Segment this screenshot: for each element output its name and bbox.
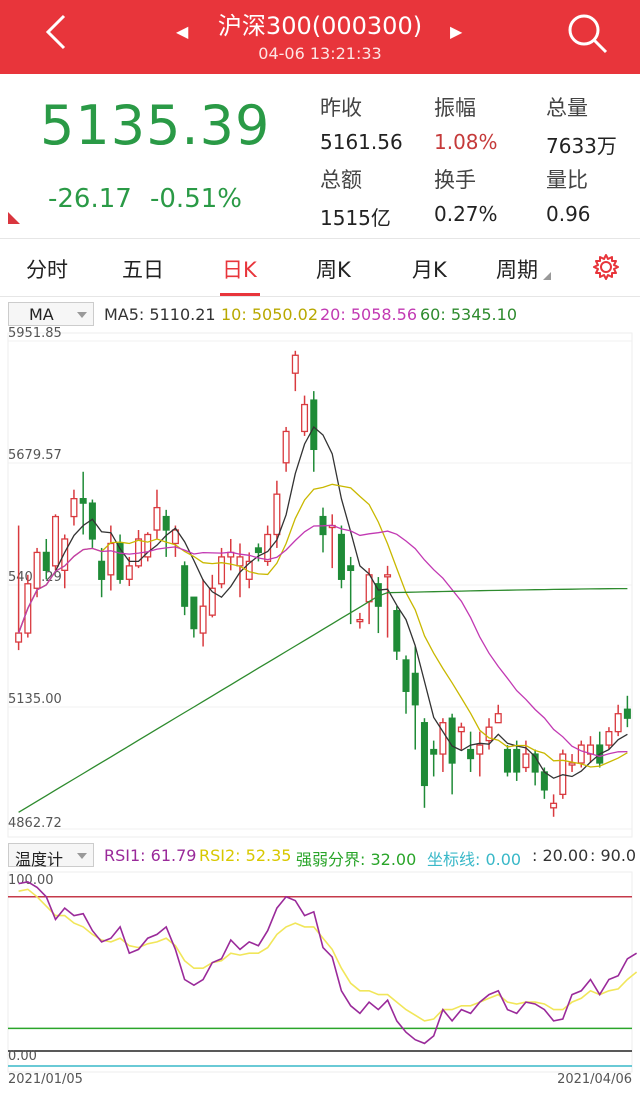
candle-down xyxy=(503,748,511,773)
candle-up xyxy=(282,430,290,464)
candle-down xyxy=(513,748,521,773)
candle-down xyxy=(623,708,631,719)
candle-down xyxy=(448,717,456,764)
candle-down xyxy=(79,498,87,504)
candle-up xyxy=(568,762,576,766)
kline-chart[interactable]: 5951.855679.575407.295135.004862.72100.0… xyxy=(0,0,640,1095)
ma5-line xyxy=(17,425,628,779)
candle-up xyxy=(15,632,23,643)
candle-up xyxy=(273,493,281,536)
candle-up xyxy=(356,618,364,623)
price-tick-label: 5951.85 xyxy=(8,326,62,341)
ma60-line xyxy=(18,587,628,813)
candle-up xyxy=(236,556,244,567)
candle-up xyxy=(125,565,133,580)
candle-up xyxy=(301,403,309,433)
candle-down xyxy=(42,551,50,571)
candle-down xyxy=(402,659,410,692)
candle-down xyxy=(190,596,198,630)
candle-up xyxy=(365,574,373,603)
candle-up xyxy=(153,506,161,531)
price-tick-label: 5679.57 xyxy=(8,448,62,463)
price-tick-label: 5135.00 xyxy=(8,692,62,707)
candle-up xyxy=(291,354,299,374)
rsi2-line xyxy=(18,888,638,1022)
candle-up xyxy=(218,556,226,585)
date-start-label: 2021/01/05 xyxy=(8,1072,83,1087)
candle-up xyxy=(614,713,622,733)
candle-down xyxy=(540,771,548,791)
candle-down xyxy=(181,565,189,607)
candle-up xyxy=(476,744,484,755)
candle-down xyxy=(98,560,106,580)
candle-up xyxy=(494,713,502,724)
candle-up xyxy=(51,515,60,567)
candle-down xyxy=(310,399,318,451)
candle-up xyxy=(550,802,558,809)
candle-up xyxy=(605,730,613,746)
candle-down xyxy=(411,672,419,706)
candle-up xyxy=(199,605,207,634)
candle-up xyxy=(264,533,272,563)
candle-down xyxy=(420,722,428,787)
candle-down xyxy=(430,748,438,755)
candle-down xyxy=(337,533,345,580)
candle-up xyxy=(33,551,41,589)
candle-down xyxy=(162,515,170,531)
candle-up xyxy=(384,574,392,578)
candle-up xyxy=(457,726,465,733)
candle-down xyxy=(254,547,262,554)
candle-up xyxy=(577,744,585,764)
date-end-label: 2021/04/06 xyxy=(557,1072,632,1087)
rsi1-line xyxy=(18,880,638,1045)
candle-down xyxy=(347,565,355,571)
candle-down xyxy=(467,748,475,760)
candle-up xyxy=(107,542,115,576)
candle-up xyxy=(70,498,78,518)
rsi-panel-frame xyxy=(7,871,633,1073)
rsi-tick-label: 100.00 xyxy=(8,873,54,888)
candle-up xyxy=(522,753,530,769)
price-tick-label: 4862.72 xyxy=(8,816,62,831)
rsi-tick-label: 0.00 xyxy=(8,1049,37,1064)
candle-down xyxy=(393,610,401,652)
